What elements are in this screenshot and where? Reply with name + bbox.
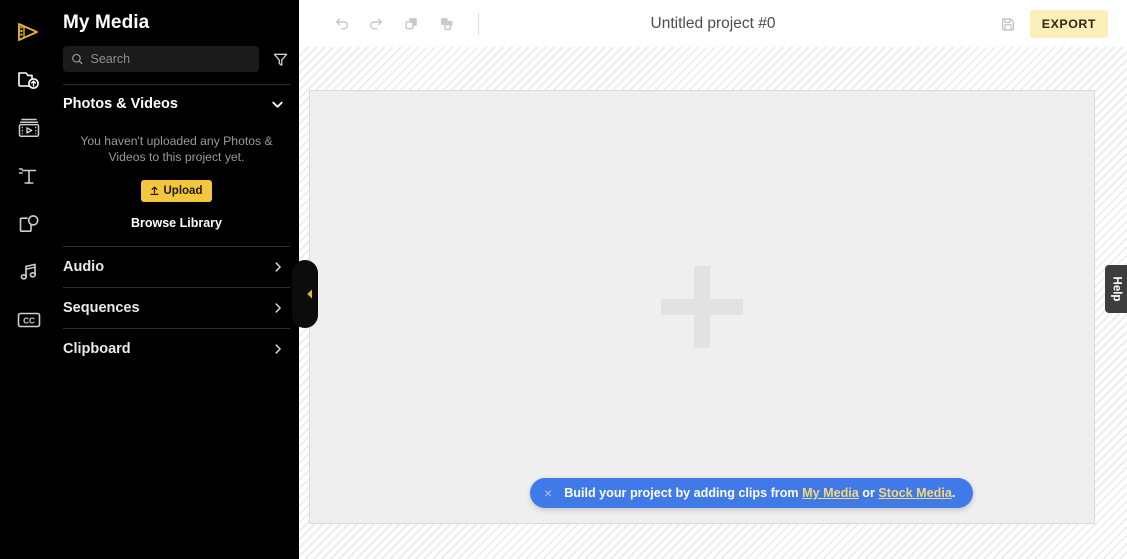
upload-arrow-icon <box>149 186 159 196</box>
media-sidebar: My Media Photos & Videos You hav <box>58 0 318 559</box>
overlays-icon[interactable] <box>6 200 52 248</box>
search-icon <box>72 53 83 65</box>
toolbar-right: EXPORT <box>996 9 1127 38</box>
panel-title: My Media <box>63 12 150 33</box>
chevron-right-icon <box>275 303 281 313</box>
split-button[interactable] <box>434 12 458 36</box>
help-tab-label: Help <box>1110 276 1123 302</box>
upload-button[interactable]: Upload <box>140 179 213 202</box>
redo-button[interactable] <box>364 12 388 36</box>
duplicate-icon <box>404 18 417 30</box>
chevron-left-icon <box>307 289 312 299</box>
browse-library-link[interactable]: Browse Library <box>58 202 295 230</box>
toolbar-tools <box>299 12 479 36</box>
captions-icon[interactable]: CC <box>6 296 52 344</box>
audio-icon[interactable] <box>6 248 52 296</box>
stock-media-icon[interactable] <box>6 104 52 152</box>
upload-area: Upload <box>58 166 295 202</box>
search-row <box>58 34 295 72</box>
collapse-panel-handle[interactable] <box>292 260 318 328</box>
export-button[interactable]: EXPORT <box>1029 9 1108 38</box>
app-root: CC My Media Photos & Videos <box>0 0 1127 559</box>
toast-text-before: Build your project by adding clips from <box>564 486 803 500</box>
undo-icon <box>335 18 348 30</box>
my-media-icon[interactable] <box>6 56 52 104</box>
chevron-right-icon <box>275 262 281 272</box>
toast-text-middle: or <box>858 486 879 500</box>
help-tab[interactable]: Help <box>1105 265 1127 313</box>
chevron-down-icon <box>272 101 283 108</box>
toast-link-my-media[interactable]: My Media <box>802 486 859 500</box>
info-toast: × Build your project by adding clips fro… <box>530 478 974 508</box>
icon-rail: CC <box>0 0 58 559</box>
svg-text:CC: CC <box>23 316 35 325</box>
duplicate-button[interactable] <box>399 12 423 36</box>
toast-text-after: . <box>951 486 956 500</box>
upload-button-label: Upload <box>163 184 203 197</box>
search-input[interactable] <box>90 52 252 66</box>
close-icon[interactable]: × <box>544 486 552 500</box>
section-photos-videos-label: Photos & Videos <box>63 96 178 112</box>
chevron-right-icon <box>275 344 281 354</box>
toolbar-divider <box>478 12 479 35</box>
add-media-plus-icon[interactable] <box>661 266 743 348</box>
filter-icon[interactable] <box>269 48 291 70</box>
sidebar-item-sequences[interactable]: Sequences <box>58 288 295 328</box>
main-area: Untitled project #0 EXPORT × Build your <box>299 0 1127 559</box>
sidebar-item-audio-label: Audio <box>63 258 105 275</box>
split-icon <box>440 18 452 31</box>
sidebar-item-sequences-label: Sequences <box>63 299 140 316</box>
section-photos-videos[interactable]: Photos & Videos <box>58 85 295 123</box>
top-toolbar: Untitled project #0 EXPORT <box>299 0 1127 47</box>
sidebar-item-audio[interactable]: Audio <box>58 247 295 287</box>
sidebar-item-clipboard[interactable]: Clipboard <box>58 329 295 369</box>
logo-filmstrip-icon[interactable] <box>6 8 52 56</box>
toast-link-stock-media[interactable]: Stock Media <box>878 486 951 500</box>
editor-stage: × Build your project by adding clips fro… <box>299 47 1127 559</box>
empty-media-message: You haven't uploaded any Photos & Videos… <box>80 134 273 165</box>
sidebar-item-clipboard-label: Clipboard <box>63 340 131 357</box>
text-icon[interactable] <box>6 152 52 200</box>
undo-button[interactable] <box>329 12 353 36</box>
save-button[interactable] <box>996 12 1020 36</box>
preview-canvas[interactable] <box>309 90 1095 524</box>
save-disk-icon <box>1001 17 1014 30</box>
search-input-wrapper[interactable] <box>63 46 260 72</box>
toast-message: Build your project by adding clips from … <box>564 486 955 500</box>
redo-icon <box>369 18 382 30</box>
